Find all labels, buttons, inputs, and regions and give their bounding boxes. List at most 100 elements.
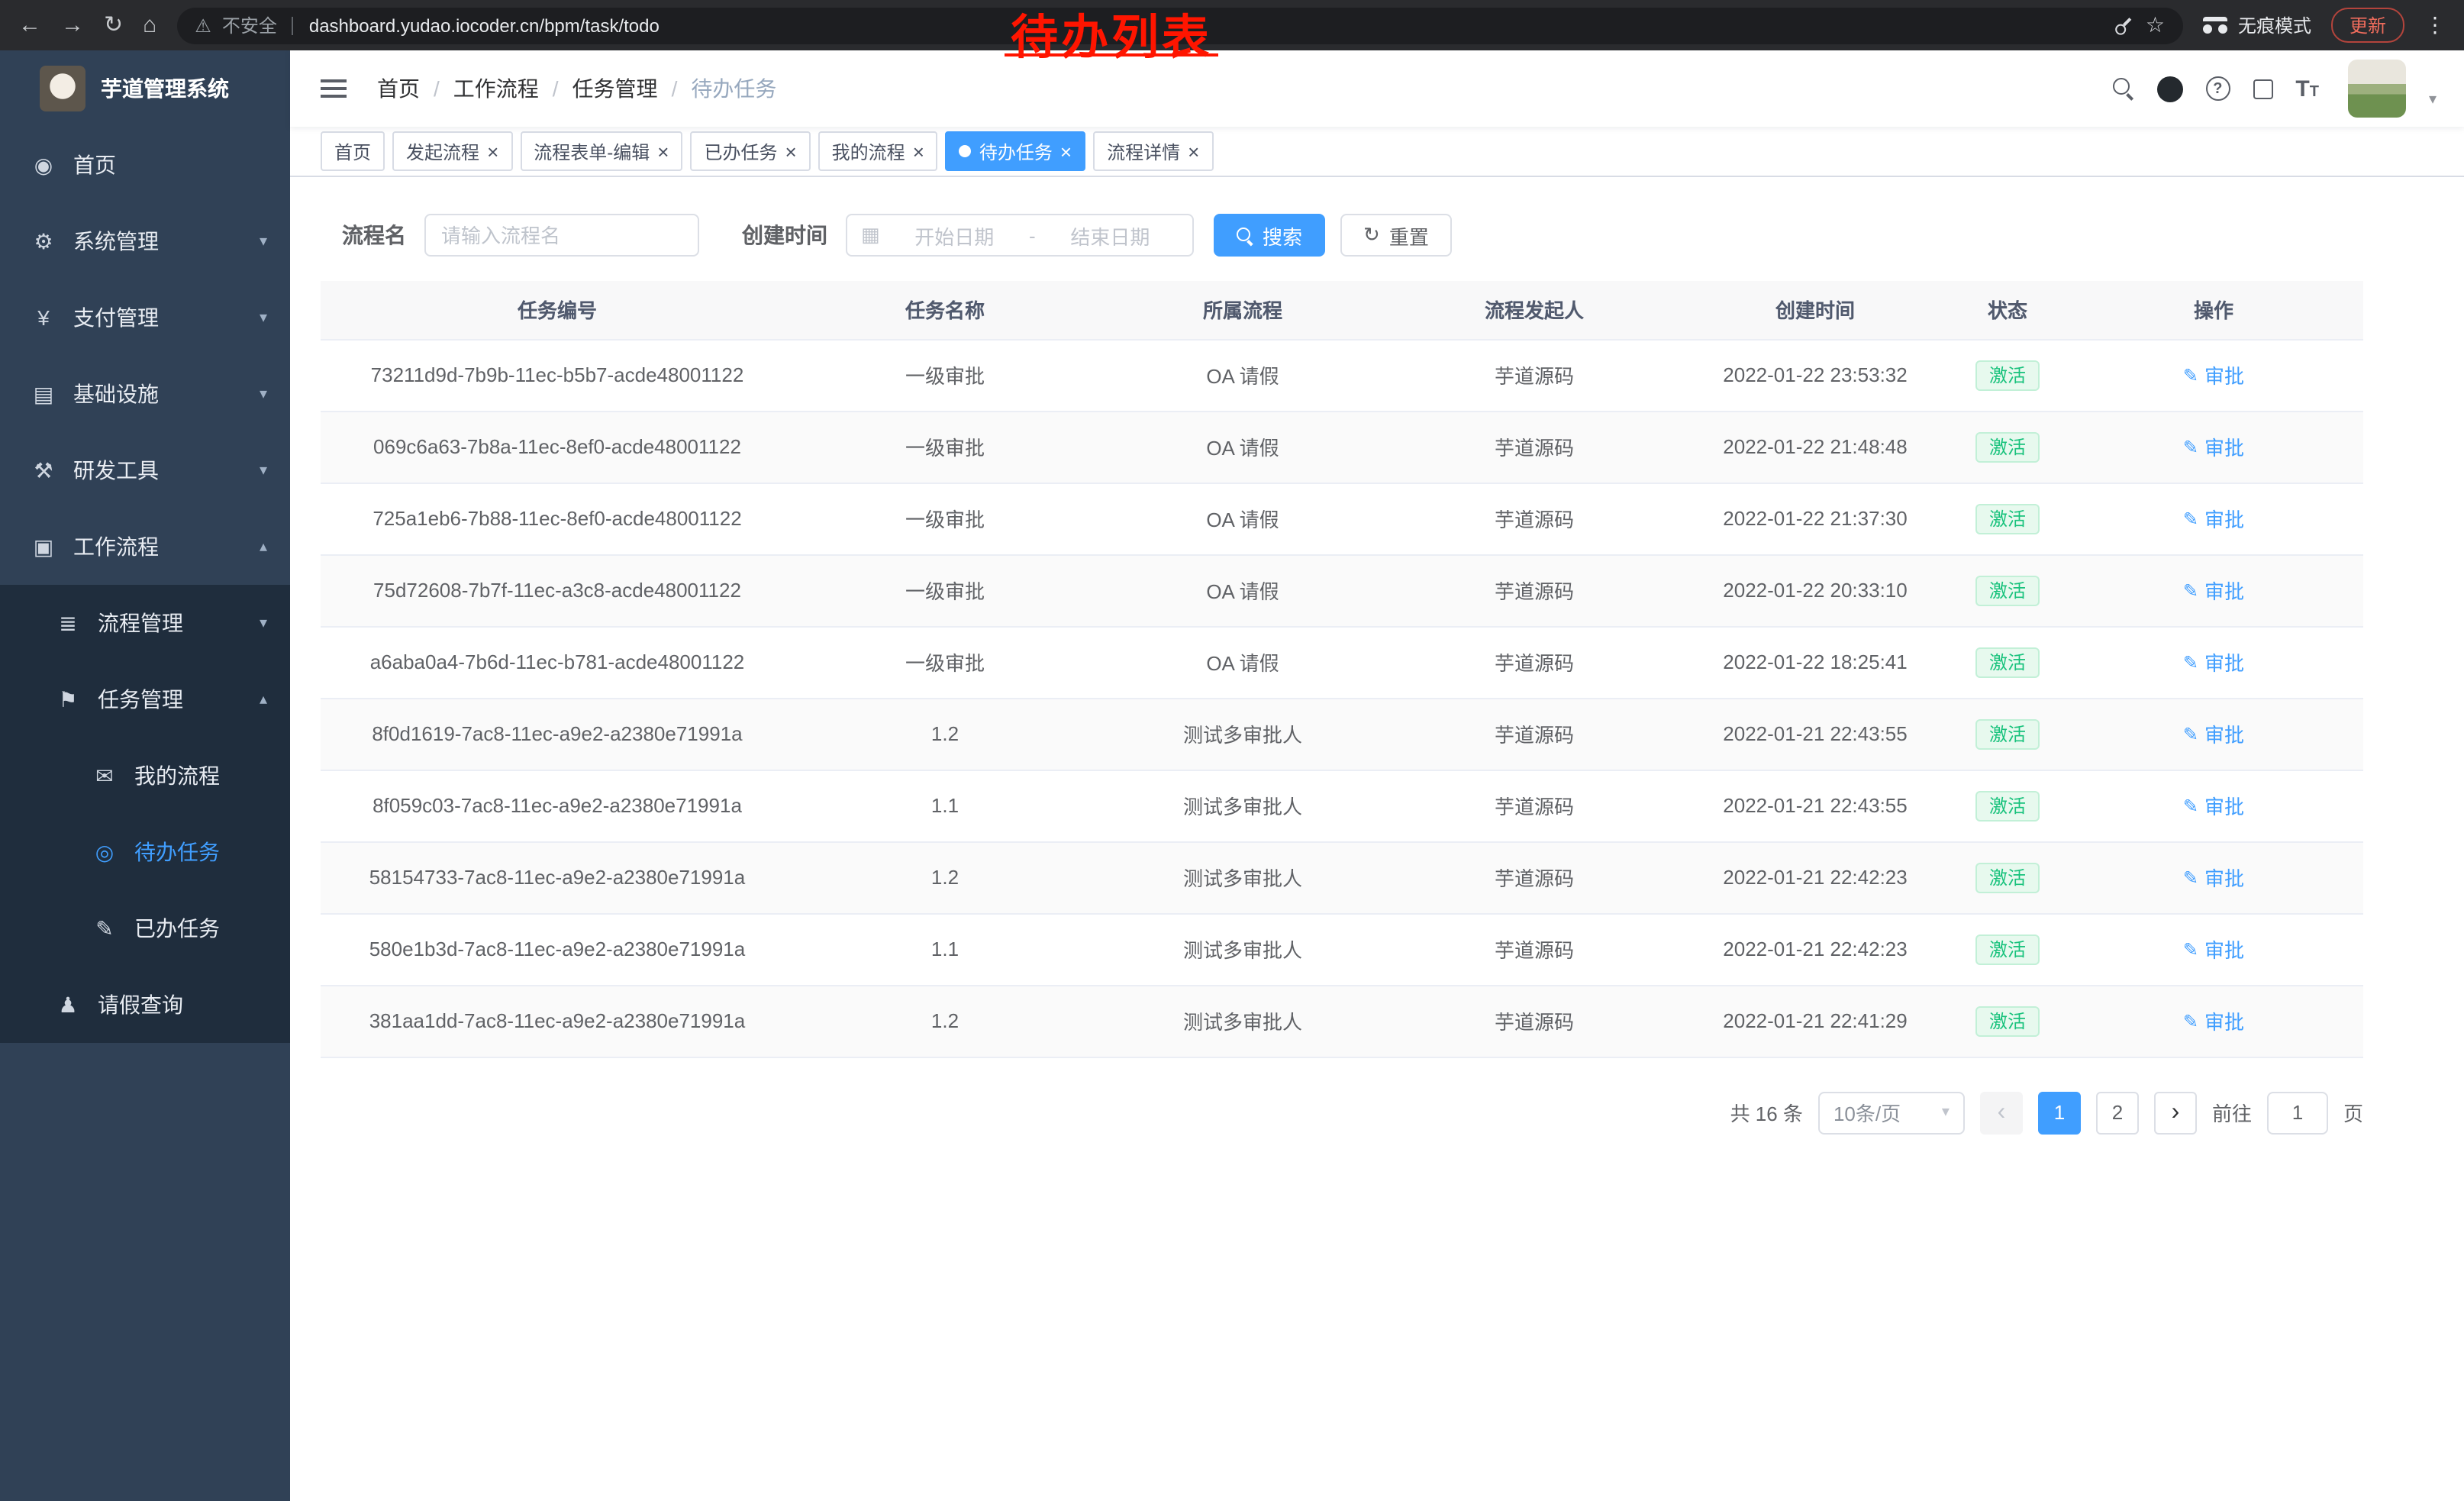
cell-status: 激活 bbox=[1951, 985, 2064, 1057]
browser-chrome: ← → ↻ ⌂ ⚠ 不安全 dashboard.yudao.iocoder.cn… bbox=[0, 0, 2464, 50]
tab-start-process[interactable]: 发起流程× bbox=[392, 131, 512, 171]
fullscreen-icon[interactable] bbox=[2253, 79, 2272, 98]
process-name-label: 流程名 bbox=[342, 220, 406, 250]
help-icon[interactable]: ? bbox=[2205, 76, 2230, 101]
close-icon[interactable]: × bbox=[657, 141, 669, 161]
approve-label: 审批 bbox=[2204, 791, 2244, 820]
tab-my-process[interactable]: 我的流程× bbox=[818, 131, 938, 171]
approve-button[interactable]: ✎审批 bbox=[2183, 719, 2244, 748]
sidebar-item-system[interactable]: ⚙系统管理▾ bbox=[0, 203, 290, 279]
cell-name: 一级审批 bbox=[794, 339, 1096, 411]
approve-button[interactable]: ✎审批 bbox=[2183, 647, 2244, 676]
cell-action: ✎审批 bbox=[2064, 770, 2363, 841]
chevron-down-icon[interactable]: ▾ bbox=[2429, 92, 2437, 108]
browser-reload-icon[interactable]: ↻ bbox=[104, 14, 123, 37]
reset-button[interactable]: ↻ 重置 bbox=[1340, 214, 1452, 257]
goto-page-input[interactable] bbox=[2267, 1091, 2328, 1134]
close-icon[interactable]: × bbox=[913, 141, 924, 161]
sidebar-item-payment[interactable]: ¥支付管理▾ bbox=[0, 279, 290, 356]
fontsize-icon[interactable]: TT bbox=[2295, 77, 2319, 100]
prev-page-button[interactable]: ‹ bbox=[1980, 1091, 2023, 1134]
table-row: 725a1eb6-7b88-11ec-8ef0-acde48001122一级审批… bbox=[321, 483, 2363, 554]
chevron-down-icon: ▾ bbox=[260, 309, 267, 326]
approve-button[interactable]: ✎审批 bbox=[2183, 934, 2244, 964]
sidebar-item-task-mgmt[interactable]: ⚑任务管理▴ bbox=[0, 661, 290, 738]
main-content: 流程名 创建时间 ▦ 开始日期 - 结束日期 搜索 ↻ 重置 任务编号任务名称所… bbox=[290, 177, 2464, 1501]
sidebar-item-devtools[interactable]: ⚒研发工具▾ bbox=[0, 432, 290, 508]
tasks-table: 任务编号任务名称所属流程流程发起人创建时间状态操作 73211d9d-7b9b-… bbox=[321, 281, 2363, 1057]
close-icon[interactable]: × bbox=[1060, 141, 1072, 161]
approve-label: 审批 bbox=[2204, 432, 2244, 461]
tab-done-tasks[interactable]: 已办任务× bbox=[690, 131, 810, 171]
cell-action: ✎审批 bbox=[2064, 985, 2363, 1057]
approve-label: 审批 bbox=[2204, 719, 2244, 748]
approve-button[interactable]: ✎审批 bbox=[2183, 360, 2244, 389]
approve-button[interactable]: ✎审批 bbox=[2183, 504, 2244, 533]
browser-menu-icon[interactable]: ⋮ bbox=[2424, 12, 2446, 38]
page-button-1[interactable]: 1 bbox=[2038, 1091, 2081, 1134]
next-page-button[interactable]: › bbox=[2154, 1091, 2197, 1134]
cell-process: 测试多审批人 bbox=[1096, 841, 1389, 913]
breadcrumb-item[interactable]: 任务管理 bbox=[572, 73, 658, 104]
tab-todo-tasks[interactable]: 待办任务× bbox=[946, 131, 1085, 171]
status-badge: 激活 bbox=[1975, 790, 2040, 821]
close-icon[interactable]: × bbox=[785, 141, 796, 161]
page-size-select[interactable]: 10条/页 ▾ bbox=[1818, 1091, 1965, 1134]
approve-button[interactable]: ✎审批 bbox=[2183, 791, 2244, 820]
github-icon[interactable] bbox=[2156, 76, 2182, 102]
breadcrumb-item[interactable]: 工作流程 bbox=[453, 73, 539, 104]
cell-time: 2022-01-21 22:41:29 bbox=[1679, 985, 1951, 1057]
table-body: 73211d9d-7b9b-11ec-b5b7-acde48001122一级审批… bbox=[321, 339, 2363, 1057]
tab-process-detail[interactable]: 流程详情× bbox=[1093, 131, 1213, 171]
cell-id: 75d72608-7b7f-11ec-a3c8-acde48001122 bbox=[321, 554, 794, 626]
process-name-input[interactable] bbox=[424, 214, 699, 257]
cell-action: ✎审批 bbox=[2064, 841, 2363, 913]
cell-time: 2022-01-22 21:37:30 bbox=[1679, 483, 1951, 554]
browser-update-button[interactable]: 更新 bbox=[2331, 8, 2404, 43]
cell-id: 8f0d1619-7ac8-11ec-a9e2-a2380e71991a bbox=[321, 698, 794, 770]
logo-row[interactable]: 芋道管理系统 bbox=[0, 50, 290, 127]
sidebar-item-workflow[interactable]: ▣工作流程▴ bbox=[0, 508, 290, 585]
navbar-right: ? TT ▾ bbox=[2112, 60, 2437, 118]
search-button[interactable]: 搜索 bbox=[1214, 214, 1325, 257]
password-key-icon[interactable] bbox=[2108, 9, 2140, 41]
approve-button[interactable]: ✎审批 bbox=[2183, 1006, 2244, 1035]
close-icon[interactable]: × bbox=[487, 141, 498, 161]
cell-initiator: 芋道源码 bbox=[1389, 626, 1679, 698]
sidebar: 芋道管理系统 ◉首页⚙系统管理▾¥支付管理▾▤基础设施▾⚒研发工具▾▣工作流程▴… bbox=[0, 50, 290, 1501]
cell-initiator: 芋道源码 bbox=[1389, 483, 1679, 554]
approve-button[interactable]: ✎审批 bbox=[2183, 863, 2244, 892]
sidebar-collapse-icon[interactable] bbox=[321, 87, 347, 90]
close-icon[interactable]: × bbox=[1188, 141, 1199, 161]
breadcrumb-item[interactable]: 首页 bbox=[377, 73, 420, 104]
browser-back-icon[interactable]: ← bbox=[18, 14, 41, 37]
user-avatar[interactable] bbox=[2348, 60, 2406, 118]
page-size-value: 10条/页 bbox=[1833, 1098, 1901, 1127]
cell-initiator: 芋道源码 bbox=[1389, 339, 1679, 411]
sidebar-item-infra[interactable]: ▤基础设施▾ bbox=[0, 356, 290, 432]
breadcrumb: 首页/工作流程/任务管理/待办任务 bbox=[377, 73, 776, 104]
sidebar-item-leave-query[interactable]: ♟请假查询 bbox=[0, 967, 290, 1043]
sidebar-item-process-mgmt[interactable]: ≣流程管理▾ bbox=[0, 585, 290, 661]
cell-status: 激活 bbox=[1951, 339, 2064, 411]
cell-process: OA 请假 bbox=[1096, 411, 1389, 483]
browser-home-icon[interactable]: ⌂ bbox=[143, 14, 156, 37]
sidebar-item-my-process[interactable]: ✉我的流程 bbox=[0, 738, 290, 814]
sidebar-item-done-tasks[interactable]: ✎已办任务 bbox=[0, 890, 290, 967]
approve-button[interactable]: ✎审批 bbox=[2183, 576, 2244, 605]
bookmark-star-icon[interactable]: ☆ bbox=[2146, 12, 2165, 38]
table-header-row: 任务编号任务名称所属流程流程发起人创建时间状态操作 bbox=[321, 281, 2363, 339]
submenu-workflow: ≣流程管理▾⚑任务管理▴✉我的流程◎待办任务✎已办任务♟请假查询 bbox=[0, 585, 290, 1043]
infra-icon: ▤ bbox=[31, 381, 56, 407]
tab-form-edit[interactable]: 流程表单-编辑× bbox=[520, 131, 682, 171]
tab-home[interactable]: 首页 bbox=[321, 131, 385, 171]
sidebar-item-todo-tasks[interactable]: ◎待办任务 bbox=[0, 814, 290, 890]
cell-name: 一级审批 bbox=[794, 626, 1096, 698]
browser-forward-icon[interactable]: → bbox=[61, 14, 84, 37]
approve-button[interactable]: ✎审批 bbox=[2183, 432, 2244, 461]
search-icon[interactable] bbox=[2112, 78, 2133, 99]
sidebar-item-home[interactable]: ◉首页 bbox=[0, 127, 290, 203]
page-button-2[interactable]: 2 bbox=[2096, 1091, 2139, 1134]
cell-id: 069c6a63-7b8a-11ec-8ef0-acde48001122 bbox=[321, 411, 794, 483]
create-time-range-picker[interactable]: ▦ 开始日期 - 结束日期 bbox=[846, 214, 1194, 257]
